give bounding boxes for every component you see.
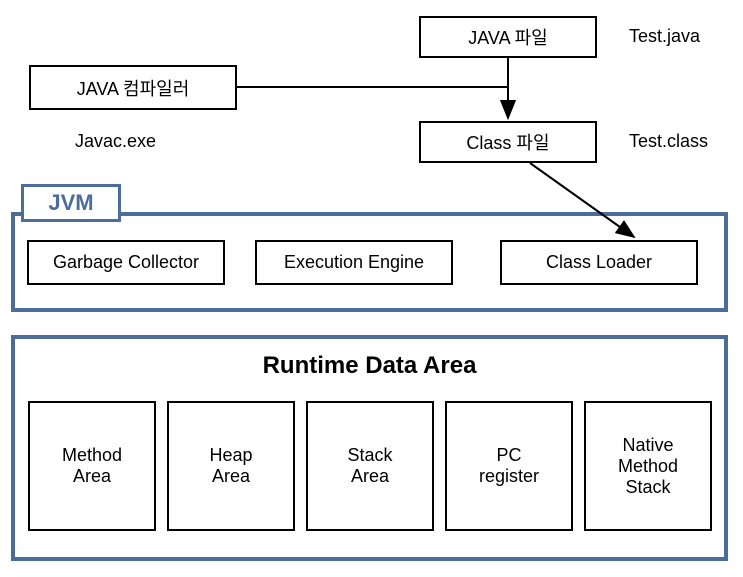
execution-engine-box: Execution Engine — [255, 240, 453, 285]
heap-area-label: Heap Area — [209, 445, 252, 487]
native-method-stack-box: Native Method Stack — [584, 401, 712, 531]
jvm-label-text: JVM — [48, 190, 93, 216]
class-loader-label: Class Loader — [546, 252, 652, 273]
native-method-stack-label: Native Method Stack — [618, 435, 678, 498]
compiler-note: Javac.exe — [75, 131, 156, 152]
stack-area-box: Stack Area — [306, 401, 434, 531]
garbage-collector-box: Garbage Collector — [27, 240, 225, 285]
class-loader-box: Class Loader — [500, 240, 698, 285]
rda-title: Runtime Data Area — [11, 352, 728, 380]
jvm-label: JVM — [21, 184, 121, 222]
stack-area-label: Stack Area — [347, 445, 392, 487]
java-file-label: JAVA 파일 — [468, 24, 547, 50]
method-area-label: Method Area — [62, 445, 122, 487]
class-file-box: Class 파일 — [419, 121, 597, 163]
java-file-note: Test.java — [629, 26, 700, 47]
heap-area-box: Heap Area — [167, 401, 295, 531]
class-file-label: Class 파일 — [466, 129, 549, 155]
method-area-box: Method Area — [28, 401, 156, 531]
java-file-box: JAVA 파일 — [419, 16, 597, 58]
execution-engine-label: Execution Engine — [284, 252, 424, 273]
pc-register-label: PC register — [479, 445, 539, 487]
compiler-label: JAVA 컴파일러 — [77, 75, 190, 101]
class-file-note: Test.class — [629, 131, 708, 152]
garbage-collector-label: Garbage Collector — [53, 252, 199, 273]
pc-register-box: PC register — [445, 401, 573, 531]
compiler-box: JAVA 컴파일러 — [29, 65, 237, 110]
